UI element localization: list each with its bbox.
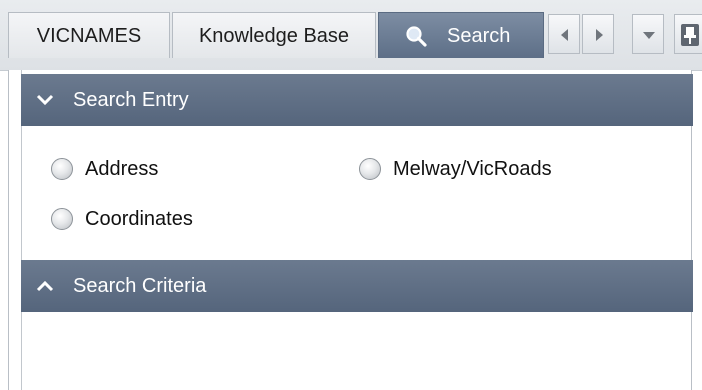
melway-radio[interactable]	[359, 158, 381, 180]
search-entry-header[interactable]: Search Entry	[21, 74, 693, 126]
search-icon	[406, 26, 427, 47]
tab-vicnames-label: VICNAMES	[36, 25, 142, 47]
search-entry-title: Search Entry	[73, 89, 189, 111]
triangle-left-icon	[561, 29, 568, 41]
scroll-tabs-right-button[interactable]	[582, 14, 614, 54]
tab-knowledge-base[interactable]: Knowledge Base	[172, 12, 376, 58]
chevron-up-icon	[36, 280, 54, 292]
coordinates-radio-label: Coordinates	[85, 208, 193, 230]
tab-search-label: Search	[447, 25, 511, 47]
tab-list-menu-button[interactable]	[632, 14, 664, 54]
pin-icon	[681, 24, 699, 46]
address-radio-label: Address	[85, 158, 159, 180]
search-criteria-header[interactable]: Search Criteria	[21, 260, 693, 312]
tab-search[interactable]: Search	[378, 12, 544, 58]
tab-strip: VICNAMES Knowledge Base Search	[0, 0, 702, 71]
search-window: VICNAMES Knowledge Base Search Search En…	[0, 0, 702, 390]
search-criteria-title: Search Criteria	[73, 275, 207, 297]
triangle-right-icon	[596, 29, 603, 41]
chevron-down-icon	[36, 94, 54, 106]
pin-panel-button[interactable]	[674, 14, 702, 54]
tab-vicnames[interactable]: VICNAMES	[8, 12, 170, 58]
triangle-down-icon	[643, 32, 655, 39]
coordinates-radio[interactable]	[51, 208, 73, 230]
melway-radio-label: Melway/VicRoads	[393, 158, 552, 180]
scroll-tabs-left-button[interactable]	[548, 14, 580, 54]
address-radio[interactable]	[51, 158, 73, 180]
tab-knowledge-base-label: Knowledge Base	[198, 25, 350, 47]
search-panel: Search Entry Address Melway/VicRoads Coo…	[8, 70, 693, 390]
